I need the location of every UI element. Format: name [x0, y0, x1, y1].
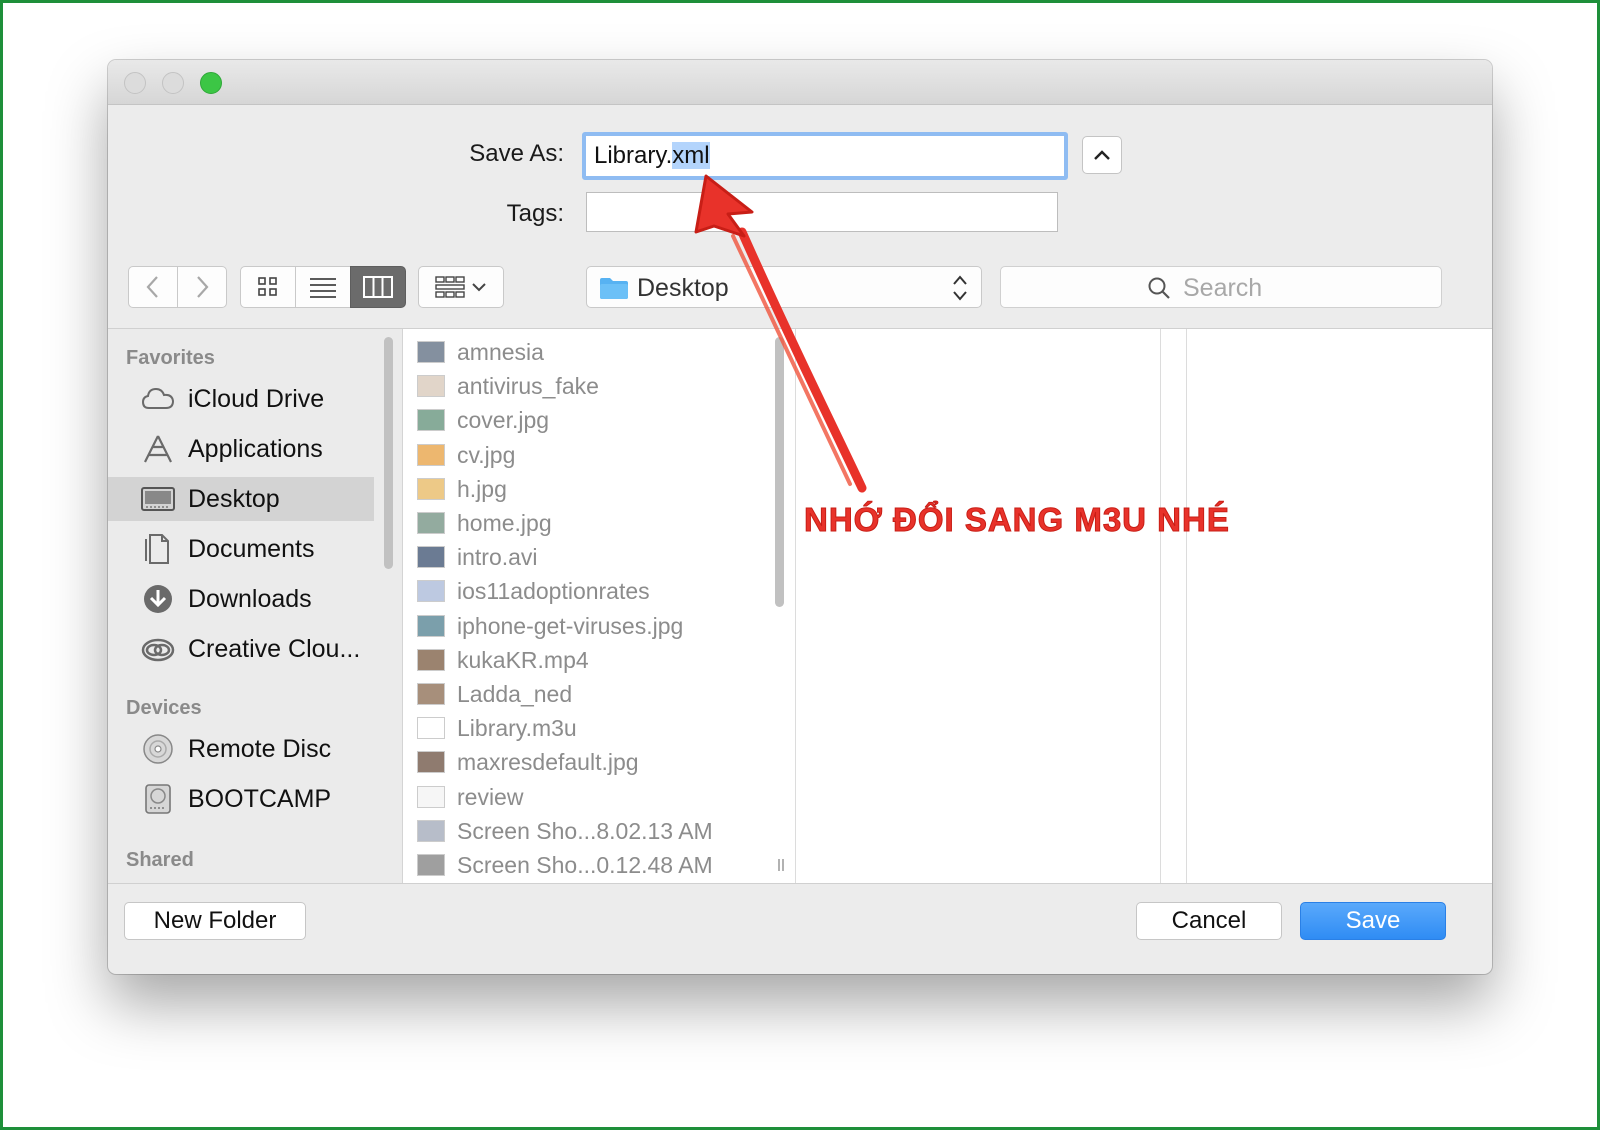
annotation-arrow: [694, 174, 867, 493]
